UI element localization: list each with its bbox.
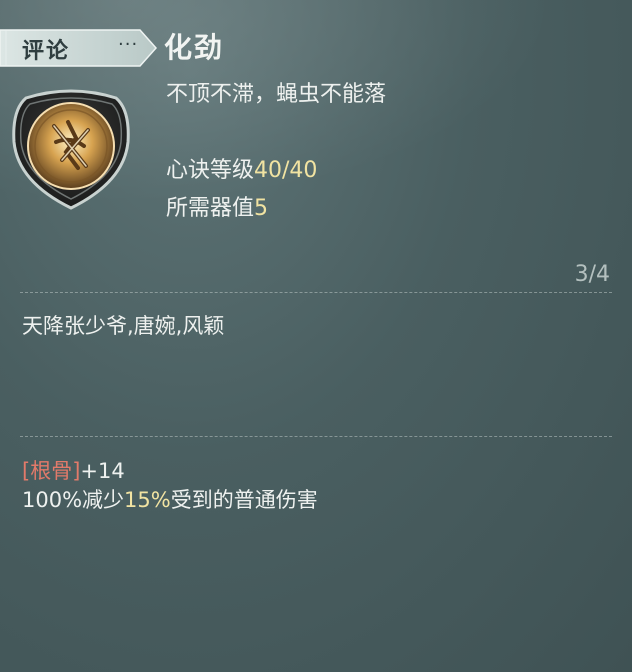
skill-name: 化劲: [164, 31, 225, 64]
attribute-name: [根骨]: [22, 459, 81, 483]
skill-level: 心诀等级40/40: [166, 158, 317, 184]
divider-top: [20, 292, 612, 293]
skill-cost: 所需器值5: [166, 196, 268, 222]
attribute-bonus: [根骨]+14: [22, 455, 125, 485]
effect-text: 100%减少15%受到的普通伤害: [22, 484, 318, 514]
skill-emblem-icon: [12, 89, 130, 210]
skill-level-value: 40/40: [254, 158, 318, 183]
pagination-indicator: 3/4: [574, 262, 610, 287]
review-tab-label: 评论: [22, 39, 71, 64]
member-list: 天降张少爷,唐婉,风颖: [22, 314, 225, 338]
divider-bottom: [20, 436, 612, 437]
skill-cost-value: 5: [254, 196, 269, 221]
attribute-value: +14: [80, 459, 125, 483]
skill-cost-label: 所需器值: [166, 196, 255, 221]
effect-suffix: 受到的普通伤害: [170, 488, 318, 512]
skill-description: 不顶不滞，蝇虫不能落: [166, 82, 387, 107]
skill-level-label: 心诀等级: [166, 158, 255, 183]
effect-highlight: 15%: [124, 488, 171, 512]
review-tab[interactable]: 评论 ···: [0, 28, 160, 68]
more-dots-icon: ···: [118, 34, 139, 55]
effect-prefix: 100%减少: [22, 488, 125, 512]
